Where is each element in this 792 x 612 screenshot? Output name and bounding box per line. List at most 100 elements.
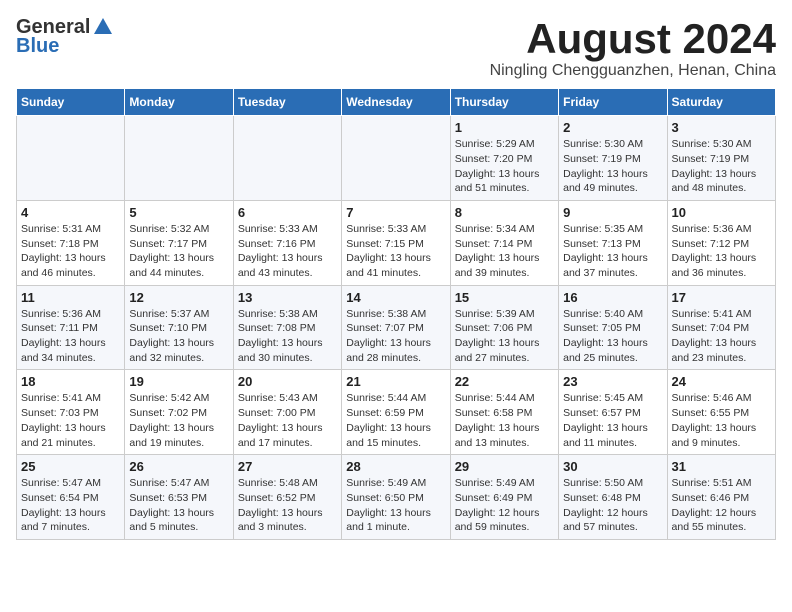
day-info: Sunrise: 5:33 AMSunset: 7:16 PMDaylight:… [238,222,337,281]
day-info: Sunrise: 5:31 AMSunset: 7:18 PMDaylight:… [21,222,120,281]
calendar-cell: 28 Sunrise: 5:49 AMSunset: 6:50 PMDayligh… [342,455,450,540]
day-info: Sunrise: 5:29 AMSunset: 7:20 PMDaylight:… [455,137,554,196]
header-saturday: Saturday [667,89,775,116]
day-info: Sunrise: 5:30 AMSunset: 7:19 PMDaylight:… [563,137,662,196]
calendar-cell: 14 Sunrise: 5:38 AMSunset: 7:07 PMDayligh… [342,285,450,370]
header-sunday: Sunday [17,89,125,116]
calendar-cell [233,116,341,201]
day-info: Sunrise: 5:46 AMSunset: 6:55 PMDaylight:… [672,391,771,450]
day-number: 28 [346,459,445,474]
day-number: 6 [238,205,337,220]
day-number: 3 [672,120,771,135]
calendar-cell: 22 Sunrise: 5:44 AMSunset: 6:58 PMDayligh… [450,370,558,455]
calendar-cell: 15 Sunrise: 5:39 AMSunset: 7:06 PMDayligh… [450,285,558,370]
calendar-cell: 17 Sunrise: 5:41 AMSunset: 7:04 PMDayligh… [667,285,775,370]
day-info: Sunrise: 5:41 AMSunset: 7:03 PMDaylight:… [21,391,120,450]
calendar-cell [17,116,125,201]
day-info: Sunrise: 5:47 AMSunset: 6:53 PMDaylight:… [129,476,228,535]
day-number: 19 [129,374,228,389]
day-number: 17 [672,290,771,305]
day-number: 18 [21,374,120,389]
day-number: 14 [346,290,445,305]
day-info: Sunrise: 5:36 AMSunset: 7:11 PMDaylight:… [21,307,120,366]
day-info: Sunrise: 5:33 AMSunset: 7:15 PMDaylight:… [346,222,445,281]
calendar-week-2: 4 Sunrise: 5:31 AMSunset: 7:18 PMDaylight… [17,200,776,285]
day-info: Sunrise: 5:38 AMSunset: 7:07 PMDaylight:… [346,307,445,366]
day-info: Sunrise: 5:48 AMSunset: 6:52 PMDaylight:… [238,476,337,535]
day-number: 21 [346,374,445,389]
header-tuesday: Tuesday [233,89,341,116]
day-info: Sunrise: 5:43 AMSunset: 7:00 PMDaylight:… [238,391,337,450]
day-info: Sunrise: 5:41 AMSunset: 7:04 PMDaylight:… [672,307,771,366]
calendar-table: SundayMondayTuesdayWednesdayThursdayFrid… [16,88,776,540]
header-thursday: Thursday [450,89,558,116]
day-number: 11 [21,290,120,305]
day-number: 20 [238,374,337,389]
calendar-cell: 3 Sunrise: 5:30 AMSunset: 7:19 PMDaylight… [667,116,775,201]
day-number: 24 [672,374,771,389]
calendar-cell: 11 Sunrise: 5:36 AMSunset: 7:11 PMDayligh… [17,285,125,370]
day-number: 27 [238,459,337,474]
calendar-cell: 2Sunrise: 5:30 AMSunset: 7:19 PMDaylight… [559,116,667,201]
header-monday: Monday [125,89,233,116]
day-info: Sunrise: 5:49 AMSunset: 6:50 PMDaylight:… [346,476,445,535]
day-info: Sunrise: 5:34 AMSunset: 7:14 PMDaylight:… [455,222,554,281]
day-info: Sunrise: 5:44 AMSunset: 6:58 PMDaylight:… [455,391,554,450]
header-friday: Friday [559,89,667,116]
day-number: 22 [455,374,554,389]
calendar-cell: 4 Sunrise: 5:31 AMSunset: 7:18 PMDaylight… [17,200,125,285]
day-info: Sunrise: 5:30 AMSunset: 7:19 PMDaylight:… [672,137,771,196]
calendar-cell: 6 Sunrise: 5:33 AMSunset: 7:16 PMDaylight… [233,200,341,285]
day-number: 1 [455,120,554,135]
day-number: 23 [563,374,662,389]
calendar-week-4: 18 Sunrise: 5:41 AMSunset: 7:03 PMDayligh… [17,370,776,455]
calendar-cell: 18 Sunrise: 5:41 AMSunset: 7:03 PMDayligh… [17,370,125,455]
calendar-cell: 1 Sunrise: 5:29 AMSunset: 7:20 PMDaylight… [450,116,558,201]
day-number: 30 [563,459,662,474]
day-number: 26 [129,459,228,474]
calendar-title: August 2024 [490,16,776,62]
calendar-cell [125,116,233,201]
day-number: 16 [563,290,662,305]
day-info: Sunrise: 5:37 AMSunset: 7:10 PMDaylight:… [129,307,228,366]
day-info: Sunrise: 5:50 AMSunset: 6:48 PMDaylight:… [563,476,662,535]
calendar-cell: 29Sunrise: 5:49 AMSunset: 6:49 PMDayligh… [450,455,558,540]
calendar-cell: 21Sunrise: 5:44 AMSunset: 6:59 PMDayligh… [342,370,450,455]
day-number: 13 [238,290,337,305]
day-info: Sunrise: 5:32 AMSunset: 7:17 PMDaylight:… [129,222,228,281]
day-number: 7 [346,205,445,220]
logo-icon [92,16,114,38]
day-number: 5 [129,205,228,220]
calendar-cell: 13 Sunrise: 5:38 AMSunset: 7:08 PMDayligh… [233,285,341,370]
day-info: Sunrise: 5:47 AMSunset: 6:54 PMDaylight:… [21,476,120,535]
day-info: Sunrise: 5:36 AMSunset: 7:12 PMDaylight:… [672,222,771,281]
calendar-cell: 7 Sunrise: 5:33 AMSunset: 7:15 PMDaylight… [342,200,450,285]
calendar-cell: 10Sunrise: 5:36 AMSunset: 7:12 PMDayligh… [667,200,775,285]
day-number: 31 [672,459,771,474]
calendar-location: Ningling Chengguanzhen, Henan, China [490,62,776,80]
title-area: August 2024 Ningling Chengguanzhen, Hena… [490,16,776,80]
day-info: Sunrise: 5:38 AMSunset: 7:08 PMDaylight:… [238,307,337,366]
calendar-cell: 30 Sunrise: 5:50 AMSunset: 6:48 PMDayligh… [559,455,667,540]
calendar-week-3: 11 Sunrise: 5:36 AMSunset: 7:11 PMDayligh… [17,285,776,370]
day-number: 4 [21,205,120,220]
day-number: 29 [455,459,554,474]
day-info: Sunrise: 5:39 AMSunset: 7:06 PMDaylight:… [455,307,554,366]
header-wednesday: Wednesday [342,89,450,116]
logo-blue: Blue [16,35,59,58]
logo: General Blue [16,16,114,58]
day-number: 8 [455,205,554,220]
day-info: Sunrise: 5:45 AMSunset: 6:57 PMDaylight:… [563,391,662,450]
calendar-cell: 12 Sunrise: 5:37 AMSunset: 7:10 PMDayligh… [125,285,233,370]
calendar-cell: 5 Sunrise: 5:32 AMSunset: 7:17 PMDaylight… [125,200,233,285]
calendar-header-row: SundayMondayTuesdayWednesdayThursdayFrid… [17,89,776,116]
page-header: General Blue August 2024 Ningling Chengg… [16,16,776,80]
day-info: Sunrise: 5:35 AMSunset: 7:13 PMDaylight:… [563,222,662,281]
day-number: 15 [455,290,554,305]
day-info: Sunrise: 5:51 AMSunset: 6:46 PMDaylight:… [672,476,771,535]
calendar-cell: 27 Sunrise: 5:48 AMSunset: 6:52 PMDayligh… [233,455,341,540]
calendar-cell: 20 Sunrise: 5:43 AMSunset: 7:00 PMDayligh… [233,370,341,455]
day-number: 12 [129,290,228,305]
calendar-cell: 26 Sunrise: 5:47 AMSunset: 6:53 PMDayligh… [125,455,233,540]
calendar-cell: 8 Sunrise: 5:34 AMSunset: 7:14 PMDaylight… [450,200,558,285]
